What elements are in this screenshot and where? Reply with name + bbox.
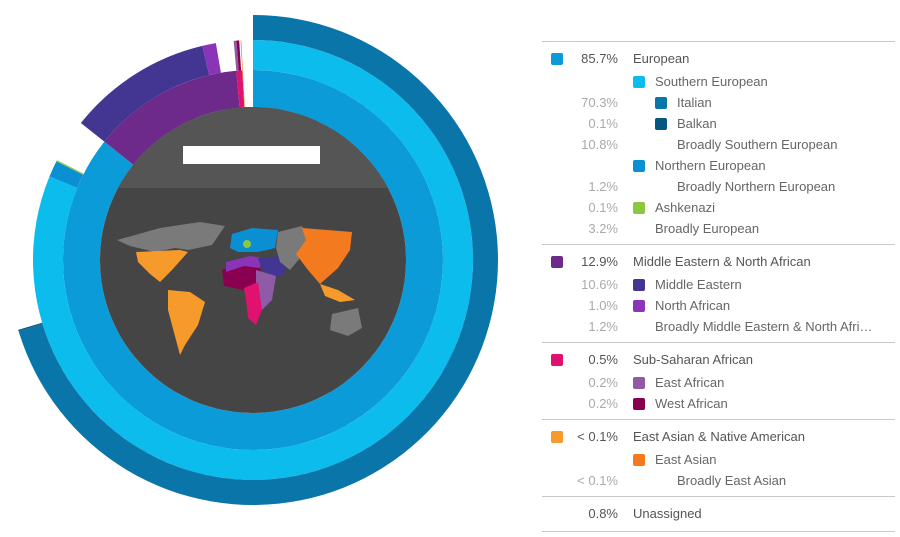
legend-percent: 0.5% (588, 352, 618, 367)
legend-label: West African (655, 396, 728, 411)
legend-label: Middle Eastern (655, 277, 742, 292)
legend-percent: 12.9% (581, 254, 618, 269)
legend-row[interactable]: 0.5% Sub-Saharan African (542, 349, 895, 372)
legend-percent: < 0.1% (577, 429, 618, 444)
legend-row[interactable]: < 0.1% East Asian & Native American (542, 426, 895, 449)
color-swatch (633, 377, 645, 389)
legend-row[interactable]: Southern European (542, 71, 895, 92)
legend-percent: 1.2% (588, 179, 618, 194)
legend-row[interactable]: 70.3% Italian (542, 92, 895, 113)
legend-row[interactable]: East Asian (542, 449, 895, 470)
color-swatch (655, 97, 667, 109)
legend-row[interactable]: 10.8% Broadly Southern European (542, 134, 895, 155)
legend-row[interactable]: 1.0% North African (542, 295, 895, 316)
legend-label: East Asian & Native American (633, 429, 805, 444)
legend-row[interactable]: 1.2% Broadly Northern European (542, 176, 895, 197)
segment-east-asian[interactable] (240, 40, 243, 71)
legend-label: Ashkenazi (655, 200, 715, 215)
legend-percent: 1.2% (588, 319, 618, 334)
legend-label: Balkan (677, 116, 717, 131)
legend-label: Broadly European (655, 221, 760, 236)
legend-percent: 0.1% (588, 200, 618, 215)
legend-row[interactable]: 10.6% Middle Eastern (542, 274, 895, 295)
color-swatch (655, 118, 667, 130)
legend-percent: 3.2% (588, 221, 618, 236)
legend-row[interactable]: 85.7% European (542, 48, 895, 71)
color-swatch (633, 454, 645, 466)
legend-percent: 10.6% (581, 277, 618, 292)
legend-label: Broadly Northern European (677, 179, 836, 194)
color-swatch (633, 300, 645, 312)
legend-percent: 85.7% (581, 51, 618, 66)
legend-group: 0.5% Sub-Saharan African 0.2% East African 0… (542, 342, 895, 419)
color-swatch (633, 398, 645, 410)
color-swatch (633, 279, 645, 291)
color-swatch (633, 160, 645, 172)
legend-row[interactable]: 0.2% West African (542, 393, 895, 414)
legend-label: Unassigned (633, 506, 702, 521)
legend-percent: 0.2% (588, 375, 618, 390)
legend-row[interactable]: < 0.1% Broadly East Asian (542, 470, 895, 491)
legend-row[interactable]: 0.1% Balkan (542, 113, 895, 134)
legend-percent: 70.3% (581, 95, 618, 110)
legend-percent: 0.1% (588, 116, 618, 131)
legend-group: 12.9% Middle Eastern & North African 10.6%… (542, 244, 895, 342)
legend-row[interactable]: 1.2% Broadly Middle Eastern & North Afri… (542, 316, 895, 337)
legend-label: Northern European (655, 158, 766, 173)
legend-label: Broadly Middle Eastern & North Afri… (655, 319, 873, 334)
ancestry-legend: 85.7% European Southern European 70.3% Itali… (542, 41, 895, 532)
legend-label: European (633, 51, 690, 66)
legend-label: North African (655, 298, 731, 313)
color-swatch (633, 202, 645, 214)
legend-percent: 1.0% (588, 298, 618, 313)
legend-label: Middle Eastern & North African (633, 254, 811, 269)
legend-label: East Asian (655, 452, 717, 467)
legend-label: Sub-Saharan African (633, 352, 753, 367)
ancestry-sunburst-chart (18, 15, 498, 505)
legend-group: 85.7% European Southern European 70.3% Itali… (542, 41, 895, 244)
legend-label: East African (655, 375, 725, 390)
legend-row[interactable]: Northern European (542, 155, 895, 176)
color-swatch (633, 76, 645, 88)
legend-row[interactable]: 12.9% Middle Eastern & North African (542, 251, 895, 274)
legend-percent: 0.2% (588, 396, 618, 411)
legend-percent: 10.8% (581, 137, 618, 152)
legend-label: Italian (677, 95, 712, 110)
legend-row[interactable]: 0.8% Unassigned (542, 503, 895, 526)
legend-percent: < 0.1% (577, 473, 618, 488)
legend-label: Broadly East Asian (677, 473, 787, 488)
legend-group: 0.8% Unassigned (542, 496, 895, 532)
legend-group: < 0.1% East Asian & Native American East A… (542, 419, 895, 496)
legend-label: Southern European (655, 74, 768, 89)
redacted-title-bar (183, 146, 320, 164)
legend-row[interactable]: 0.2% East African (542, 372, 895, 393)
legend-row[interactable]: 0.1% Ashkenazi (542, 197, 895, 218)
legend-row[interactable]: 3.2% Broadly European (542, 218, 895, 239)
legend-percent: 0.8% (588, 506, 618, 521)
legend-label: Broadly Southern European (677, 137, 838, 152)
